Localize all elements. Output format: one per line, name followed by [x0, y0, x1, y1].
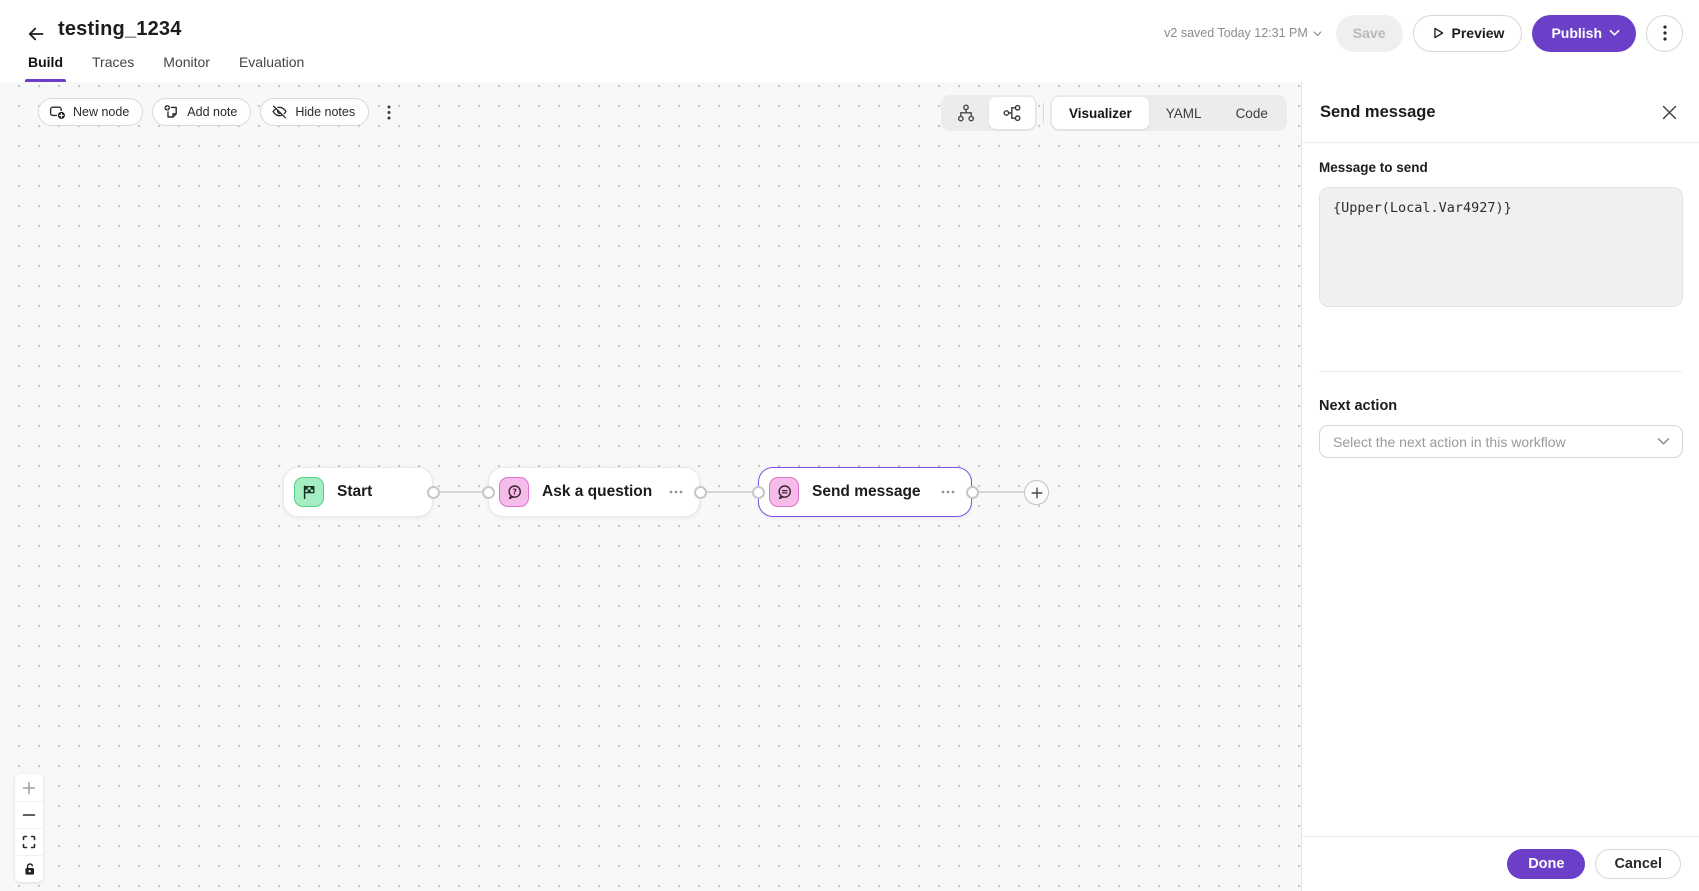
new-node-icon: [49, 106, 66, 120]
arrow-left-icon: [28, 27, 44, 41]
lock-button[interactable]: [15, 855, 43, 882]
layout-horizontal-button[interactable]: [989, 97, 1035, 129]
flag-icon: [294, 477, 324, 507]
version-status-text: v2 saved Today 12:31 PM: [1164, 26, 1308, 40]
chevron-down-icon: [1313, 30, 1322, 36]
chevron-down-icon: [1657, 438, 1670, 445]
back-button[interactable]: [24, 22, 48, 46]
node-start[interactable]: Start: [283, 467, 433, 517]
tab-yaml[interactable]: YAML: [1149, 97, 1219, 129]
message-bubble-icon: [769, 477, 799, 507]
edge-start-to-question: [433, 491, 488, 493]
publish-button-label: Publish: [1551, 25, 1602, 41]
node-label: Send message: [812, 483, 921, 500]
tab-build[interactable]: Build: [25, 52, 66, 82]
message-to-send-input[interactable]: {Upper(Local.Var4927)}: [1319, 187, 1683, 307]
new-node-label: New node: [73, 105, 130, 119]
kebab-menu-icon: [387, 105, 391, 119]
preview-button[interactable]: Preview: [1412, 14, 1523, 52]
publish-button[interactable]: Publish: [1532, 14, 1636, 52]
message-to-send-label: Message to send: [1319, 160, 1428, 175]
fit-screen-icon: [22, 835, 36, 849]
lock-icon: [24, 863, 34, 875]
edge-question-to-message: [700, 491, 758, 493]
port-question-in[interactable]: [482, 486, 495, 499]
port-message-out[interactable]: [966, 486, 979, 499]
port-message-in[interactable]: [752, 486, 765, 499]
canvas-zoom-controls: [15, 774, 43, 882]
panel-footer: Done Cancel: [1302, 836, 1699, 891]
zoom-in-button[interactable]: [15, 774, 43, 801]
tab-code[interactable]: Code: [1219, 97, 1285, 129]
view-mode-tabs: Visualizer YAML Code: [1050, 95, 1287, 131]
header-actions: v2 saved Today 12:31 PM Save Preview Pub…: [1164, 14, 1683, 52]
panel-body: Message to send {Upper(Local.Var4927)} N…: [1302, 143, 1699, 836]
panel-header: Send message: [1302, 82, 1699, 143]
node-send-message[interactable]: Send message: [758, 467, 972, 517]
next-action-label: Next action: [1319, 398, 1398, 414]
add-note-button[interactable]: Add note: [152, 98, 252, 126]
save-button[interactable]: Save: [1335, 14, 1403, 52]
chevron-down-icon: [1609, 29, 1620, 36]
ellipsis-icon: [941, 490, 955, 494]
kebab-menu-icon: [1662, 25, 1667, 41]
tab-traces[interactable]: Traces: [91, 52, 135, 82]
layout-toggle-group: [941, 95, 1037, 131]
node-label: Ask a question: [542, 483, 653, 500]
new-node-button[interactable]: New node: [38, 98, 144, 126]
node-more-button[interactable]: [657, 490, 683, 494]
node-editor-panel: Send message Message to send {Upper(Loca…: [1301, 82, 1699, 891]
fit-screen-button[interactable]: [15, 828, 43, 855]
tab-monitor[interactable]: Monitor: [162, 52, 211, 82]
header-more-button[interactable]: [1646, 14, 1683, 52]
section-divider: [1319, 371, 1682, 372]
tab-evaluation[interactable]: Evaluation: [238, 52, 305, 82]
zoom-in-icon: [22, 781, 36, 794]
tree-vertical-icon: [957, 104, 975, 122]
close-icon: [1662, 105, 1676, 119]
panel-close-button[interactable]: [1657, 100, 1681, 124]
canvas-toolbar: New node Add note Hide notes: [38, 98, 400, 126]
port-question-out[interactable]: [694, 486, 707, 499]
next-action-placeholder: Select the next action in this workflow: [1333, 433, 1566, 450]
zoom-out-button[interactable]: [15, 801, 43, 828]
app-header: testing_1234 Build Traces Monitor Evalua…: [0, 0, 1699, 82]
preview-button-label: Preview: [1451, 25, 1505, 41]
page-title: testing_1234: [58, 18, 182, 40]
add-note-icon: [163, 104, 178, 118]
ellipsis-icon: [669, 490, 683, 494]
port-start-out[interactable]: [427, 486, 440, 499]
version-status[interactable]: v2 saved Today 12:31 PM: [1164, 26, 1322, 40]
view-controls-divider: [1043, 103, 1044, 123]
zoom-out-icon: [22, 814, 36, 816]
add-note-label: Add note: [187, 105, 238, 119]
done-button[interactable]: Done: [1507, 849, 1586, 879]
toolbar-more-button[interactable]: [378, 98, 400, 126]
layout-vertical-button[interactable]: [943, 97, 989, 129]
add-next-node-button[interactable]: [1024, 480, 1049, 505]
node-ask-a-question[interactable]: ? Ask a question: [488, 467, 700, 517]
svg-text:?: ?: [512, 487, 516, 496]
hide-notes-button[interactable]: Hide notes: [260, 98, 370, 126]
play-icon: [1433, 27, 1443, 39]
workflow-canvas[interactable]: New node Add note Hide notes Visualizer …: [0, 82, 1301, 891]
panel-title: Send message: [1320, 102, 1436, 121]
view-controls: Visualizer YAML Code: [941, 95, 1287, 131]
plus-icon: [1031, 487, 1042, 498]
cancel-button[interactable]: Cancel: [1595, 849, 1681, 879]
next-action-select[interactable]: Select the next action in this workflow: [1319, 425, 1683, 458]
node-more-button[interactable]: [929, 490, 955, 494]
question-bubble-icon: ?: [499, 477, 529, 507]
tree-horizontal-icon: [1003, 104, 1021, 122]
tab-visualizer[interactable]: Visualizer: [1052, 97, 1149, 129]
node-label: Start: [337, 483, 373, 500]
hide-notes-label: Hide notes: [295, 105, 356, 119]
eye-off-icon: [272, 105, 287, 119]
main-tabs: Build Traces Monitor Evaluation: [25, 52, 305, 82]
